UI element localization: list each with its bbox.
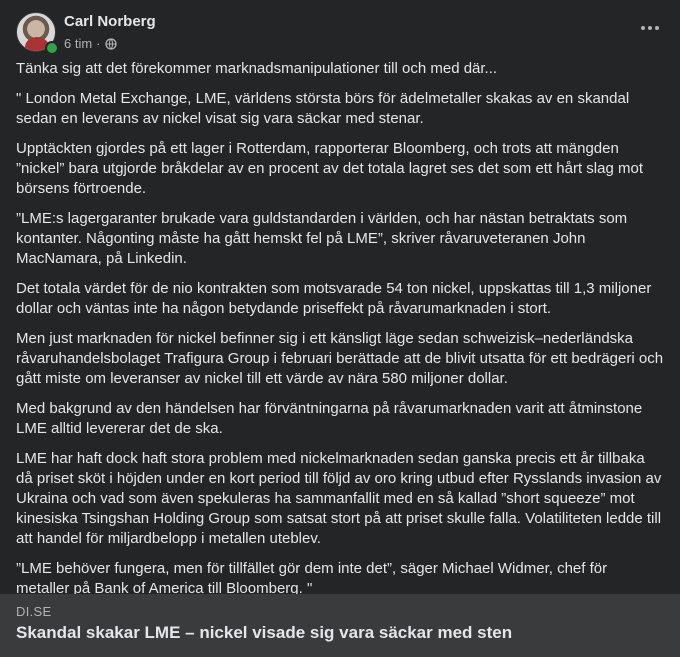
post-paragraph: Det totala värdet för de nio kontrakten …	[16, 280, 652, 317]
post-meta: 6 tim ·	[64, 36, 117, 51]
meta-separator: ·	[96, 36, 101, 51]
post-body: Tänka sig att det förekommer marknadsman…	[16, 59, 664, 609]
post-paragraph: Upptäckten gjordes på ett lager i Rotter…	[16, 140, 643, 197]
post-paragraph: Tänka sig att det förekommer marknadsman…	[16, 60, 498, 77]
post-paragraph: Men just marknaden för nickel befinner s…	[16, 330, 664, 387]
post-paragraph: ”LME:s lagergaranter brukade vara guldst…	[16, 210, 628, 267]
author-name[interactable]: Carl Norberg	[64, 13, 156, 30]
post-card: Carl Norberg 6 tim · Tänka sig att det f…	[0, 0, 680, 657]
online-status-icon	[45, 41, 59, 55]
post-paragraph: ”LME behöver fungera, men för tillfället…	[16, 560, 608, 597]
globe-icon[interactable]	[104, 37, 117, 50]
post-paragraph: LME har haft dock haft stora problem med…	[16, 450, 662, 547]
post-header: Carl Norberg 6 tim ·	[16, 12, 664, 56]
more-options-button[interactable]	[636, 16, 664, 40]
post-paragraph: Med bakgrund av den händelsen har förvän…	[16, 400, 643, 437]
link-preview[interactable]: DI.SE Skandal skakar LME – nickel visade…	[0, 594, 680, 657]
more-horizontal-icon	[641, 26, 645, 30]
post-paragraph: " London Metal Exchange, LME, världens s…	[16, 90, 630, 127]
post-time[interactable]: 6 tim	[64, 36, 92, 51]
link-title[interactable]: Skandal skakar LME – nickel visade sig v…	[16, 623, 512, 643]
link-domain: DI.SE	[16, 604, 52, 619]
